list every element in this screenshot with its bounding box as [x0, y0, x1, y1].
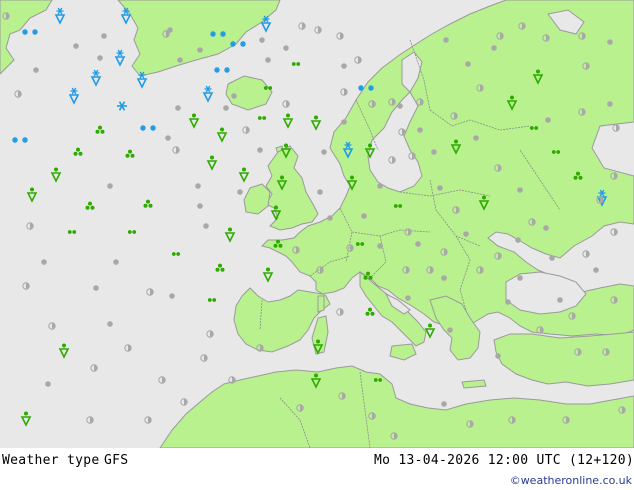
- product-label: Weather type: [2, 453, 100, 468]
- sunny-symbol: [593, 267, 599, 273]
- sunny-symbol: [197, 47, 203, 53]
- sunny-symbol: [441, 401, 447, 407]
- sunny-symbol: [517, 187, 523, 193]
- sunny-symbol: [431, 149, 437, 155]
- sunny-symbol: [259, 37, 265, 43]
- sunny-symbol: [107, 183, 113, 189]
- sunny-symbol: [361, 213, 367, 219]
- sunny-symbol: [543, 225, 549, 231]
- sunny-symbol: [317, 189, 323, 195]
- sunny-symbol: [223, 105, 229, 111]
- sunny-symbol: [463, 231, 469, 237]
- sunny-symbol: [465, 61, 471, 67]
- sunny-symbol: [473, 135, 479, 141]
- sunny-symbol: [169, 293, 175, 299]
- sunny-symbol: [195, 183, 201, 189]
- sunny-symbol: [341, 63, 347, 69]
- sunny-symbol: [557, 297, 563, 303]
- sunny-symbol: [517, 275, 523, 281]
- sunny-symbol: [165, 135, 171, 141]
- sunny-symbol: [197, 203, 203, 209]
- sunny-symbol: [175, 105, 181, 111]
- sunny-symbol: [177, 57, 183, 63]
- sunny-symbol: [377, 183, 383, 189]
- sunny-symbol: [107, 321, 113, 327]
- sunny-symbol: [437, 185, 443, 191]
- sunny-symbol: [397, 103, 403, 109]
- sunny-symbol: [415, 241, 421, 247]
- sunny-symbol: [237, 189, 243, 195]
- sunny-symbol: [447, 327, 453, 333]
- datetime-label: Mo 13-04-2026 12:00 UTC (12+120): [373, 453, 634, 468]
- sunny-symbol: [545, 117, 551, 123]
- sunny-symbol: [33, 67, 39, 73]
- sunny-symbol: [97, 55, 103, 61]
- sunny-symbol: [73, 43, 79, 49]
- sunny-symbol: [417, 127, 423, 133]
- footer: Weather type GFS Mo 13-04-2026 12:00 UTC…: [0, 448, 634, 490]
- sunny-symbol: [515, 237, 521, 243]
- sunny-symbol: [341, 119, 347, 125]
- sunny-symbol: [101, 33, 107, 39]
- sunny-symbol: [93, 285, 99, 291]
- credit-link[interactable]: ©weatheronline.co.uk: [510, 474, 632, 487]
- sunny-symbol: [443, 37, 449, 43]
- sunny-symbol: [41, 259, 47, 265]
- sunny-symbol: [321, 149, 327, 155]
- sunny-symbol: [607, 101, 613, 107]
- sunny-symbol: [203, 223, 209, 229]
- sunny-symbol: [377, 243, 383, 249]
- sunny-symbol: [441, 275, 447, 281]
- sunny-symbol: [257, 147, 263, 153]
- sunny-symbol: [327, 215, 333, 221]
- sunny-symbol: [505, 299, 511, 305]
- sunny-symbol: [231, 93, 237, 99]
- sunny-symbol: [549, 255, 555, 261]
- sunny-symbol: [607, 39, 613, 45]
- sunny-symbol: [265, 57, 271, 63]
- model-label: GFS: [104, 453, 129, 468]
- sunny-symbol: [283, 45, 289, 51]
- sunny-symbol: [405, 295, 411, 301]
- sunny-symbol: [491, 45, 497, 51]
- sunny-symbol: [113, 259, 119, 265]
- weather-map: [0, 0, 634, 448]
- sunny-symbol: [45, 381, 51, 387]
- weather-map-svg: [0, 0, 634, 448]
- sunny-symbol: [495, 353, 501, 359]
